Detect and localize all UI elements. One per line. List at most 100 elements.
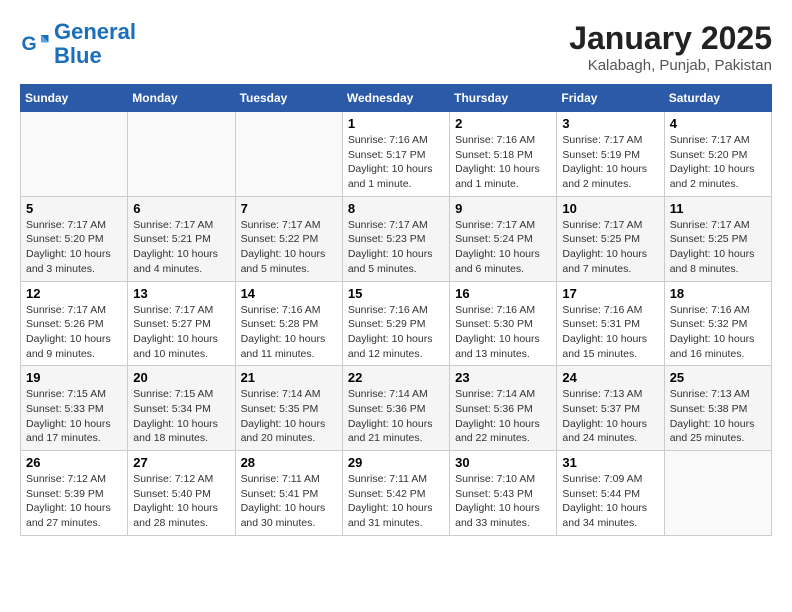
day-number: 12 [26, 286, 122, 301]
day-info: Sunrise: 7:16 AM Sunset: 5:31 PM Dayligh… [562, 303, 658, 362]
title-block: January 2025 Kalabagh, Punjab, Pakistan [569, 20, 772, 74]
day-info: Sunrise: 7:09 AM Sunset: 5:44 PM Dayligh… [562, 472, 658, 531]
day-info: Sunrise: 7:15 AM Sunset: 5:34 PM Dayligh… [133, 387, 229, 446]
day-number: 19 [26, 370, 122, 385]
calendar-cell: 7Sunrise: 7:17 AM Sunset: 5:22 PM Daylig… [235, 196, 342, 281]
day-number: 30 [455, 455, 551, 470]
calendar-cell: 24 Sunrise: 7:13 AM Sunset: 5:37 PM Dayli… [557, 366, 664, 451]
day-info: Sunrise: 7:10 AM Sunset: 5:43 PM Dayligh… [455, 472, 551, 531]
calendar-cell: 21 Sunrise: 7:14 AM Sunset: 5:35 PM Dayli… [235, 366, 342, 451]
calendar-cell: 29 Sunrise: 7:11 AM Sunset: 5:42 PM Dayli… [342, 451, 449, 536]
svg-text:G: G [22, 33, 37, 55]
day-number: 15 [348, 286, 444, 301]
calendar-cell: 20 Sunrise: 7:15 AM Sunset: 5:34 PM Dayli… [128, 366, 235, 451]
calendar-cell: 5 Sunrise: 7:17 AM Sunset: 5:20 PM Daylig… [21, 196, 128, 281]
calendar-table: SundayMondayTuesdayWednesdayThursdayFrid… [20, 84, 772, 536]
day-header-thursday: Thursday [450, 85, 557, 112]
calendar-cell: 2Sunrise: 7:16 AM Sunset: 5:18 PM Daylig… [450, 112, 557, 197]
day-number: 26 [26, 455, 122, 470]
calendar-cell: 18 Sunrise: 7:16 AM Sunset: 5:32 PM Dayli… [664, 281, 771, 366]
day-info: Sunrise: 7:16 AM Sunset: 5:17 PM Dayligh… [348, 133, 444, 192]
logo-line2: Blue [54, 43, 102, 68]
calendar-cell: 14 Sunrise: 7:16 AM Sunset: 5:28 PM Dayli… [235, 281, 342, 366]
calendar-cell: 9Sunrise: 7:17 AM Sunset: 5:24 PM Daylig… [450, 196, 557, 281]
day-number: 28 [241, 455, 337, 470]
day-number: 18 [670, 286, 766, 301]
calendar-cell: 19 Sunrise: 7:15 AM Sunset: 5:33 PM Dayli… [21, 366, 128, 451]
calendar-cell: 4Sunrise: 7:17 AM Sunset: 5:20 PM Daylig… [664, 112, 771, 197]
day-number: 25 [670, 370, 766, 385]
logo: G General Blue [20, 20, 136, 68]
day-header-saturday: Saturday [664, 85, 771, 112]
calendar-cell: 10Sunrise: 7:17 AM Sunset: 5:25 PM Dayli… [557, 196, 664, 281]
day-info: Sunrise: 7:11 AM Sunset: 5:42 PM Dayligh… [348, 472, 444, 531]
calendar-cell: 23 Sunrise: 7:14 AM Sunset: 5:36 PM Dayli… [450, 366, 557, 451]
day-number: 9 [455, 201, 551, 216]
day-number: 29 [348, 455, 444, 470]
day-header-tuesday: Tuesday [235, 85, 342, 112]
calendar-week-3: 12Sunrise: 7:17 AM Sunset: 5:26 PM Dayli… [21, 281, 772, 366]
day-info: Sunrise: 7:15 AM Sunset: 5:33 PM Dayligh… [26, 387, 122, 446]
calendar-cell: 8Sunrise: 7:17 AM Sunset: 5:23 PM Daylig… [342, 196, 449, 281]
day-info: Sunrise: 7:13 AM Sunset: 5:37 PM Dayligh… [562, 387, 658, 446]
day-header-wednesday: Wednesday [342, 85, 449, 112]
day-info: Sunrise: 7:16 AM Sunset: 5:30 PM Dayligh… [455, 303, 551, 362]
day-info: Sunrise: 7:17 AM Sunset: 5:27 PM Dayligh… [133, 303, 229, 362]
calendar-cell: 17 Sunrise: 7:16 AM Sunset: 5:31 PM Dayli… [557, 281, 664, 366]
day-number: 22 [348, 370, 444, 385]
day-info: Sunrise: 7:16 AM Sunset: 5:29 PM Dayligh… [348, 303, 444, 362]
day-info: Sunrise: 7:13 AM Sunset: 5:38 PM Dayligh… [670, 387, 766, 446]
page-header: G General Blue January 2025 Kalabagh, Pu… [20, 20, 772, 74]
day-number: 17 [562, 286, 658, 301]
day-info: Sunrise: 7:17 AM Sunset: 5:25 PM Dayligh… [562, 218, 658, 277]
calendar-cell: 28 Sunrise: 7:11 AM Sunset: 5:41 PM Dayli… [235, 451, 342, 536]
calendar-cell: 13 Sunrise: 7:17 AM Sunset: 5:27 PM Dayli… [128, 281, 235, 366]
day-header-friday: Friday [557, 85, 664, 112]
calendar-cell: 1 Sunrise: 7:16 AM Sunset: 5:17 PM Daylig… [342, 112, 449, 197]
day-info: Sunrise: 7:16 AM Sunset: 5:18 PM Dayligh… [455, 133, 551, 192]
day-info: Sunrise: 7:17 AM Sunset: 5:19 PM Dayligh… [562, 133, 658, 192]
logo-text: General Blue [54, 20, 136, 68]
day-info: Sunrise: 7:17 AM Sunset: 5:25 PM Dayligh… [670, 218, 766, 277]
calendar-cell: 15 Sunrise: 7:16 AM Sunset: 5:29 PM Dayli… [342, 281, 449, 366]
calendar-cell: 16Sunrise: 7:16 AM Sunset: 5:30 PM Dayli… [450, 281, 557, 366]
calendar-week-1: 1 Sunrise: 7:16 AM Sunset: 5:17 PM Daylig… [21, 112, 772, 197]
day-info: Sunrise: 7:16 AM Sunset: 5:28 PM Dayligh… [241, 303, 337, 362]
day-info: Sunrise: 7:11 AM Sunset: 5:41 PM Dayligh… [241, 472, 337, 531]
day-info: Sunrise: 7:17 AM Sunset: 5:20 PM Dayligh… [26, 218, 122, 277]
calendar-week-4: 19 Sunrise: 7:15 AM Sunset: 5:33 PM Dayli… [21, 366, 772, 451]
day-info: Sunrise: 7:14 AM Sunset: 5:35 PM Dayligh… [241, 387, 337, 446]
day-info: Sunrise: 7:14 AM Sunset: 5:36 PM Dayligh… [455, 387, 551, 446]
day-info: Sunrise: 7:12 AM Sunset: 5:40 PM Dayligh… [133, 472, 229, 531]
day-info: Sunrise: 7:16 AM Sunset: 5:32 PM Dayligh… [670, 303, 766, 362]
day-header-sunday: Sunday [21, 85, 128, 112]
day-number: 11 [670, 201, 766, 216]
day-number: 23 [455, 370, 551, 385]
day-number: 5 [26, 201, 122, 216]
calendar-cell: 6Sunrise: 7:17 AM Sunset: 5:21 PM Daylig… [128, 196, 235, 281]
day-number: 14 [241, 286, 337, 301]
calendar-cell [21, 112, 128, 197]
calendar-header-row: SundayMondayTuesdayWednesdayThursdayFrid… [21, 85, 772, 112]
day-number: 13 [133, 286, 229, 301]
calendar-cell: 30 Sunrise: 7:10 AM Sunset: 5:43 PM Dayli… [450, 451, 557, 536]
location: Kalabagh, Punjab, Pakistan [569, 57, 772, 74]
calendar-week-2: 5 Sunrise: 7:17 AM Sunset: 5:20 PM Daylig… [21, 196, 772, 281]
calendar-cell: 25 Sunrise: 7:13 AM Sunset: 5:38 PM Dayli… [664, 366, 771, 451]
day-number: 27 [133, 455, 229, 470]
day-info: Sunrise: 7:14 AM Sunset: 5:36 PM Dayligh… [348, 387, 444, 446]
calendar-cell: 31 Sunrise: 7:09 AM Sunset: 5:44 PM Dayli… [557, 451, 664, 536]
day-number: 6 [133, 201, 229, 216]
day-number: 21 [241, 370, 337, 385]
day-number: 4 [670, 116, 766, 131]
logo-icon: G [20, 29, 50, 59]
day-number: 31 [562, 455, 658, 470]
calendar-cell [235, 112, 342, 197]
calendar-cell: 22 Sunrise: 7:14 AM Sunset: 5:36 PM Dayli… [342, 366, 449, 451]
day-info: Sunrise: 7:12 AM Sunset: 5:39 PM Dayligh… [26, 472, 122, 531]
month-title: January 2025 [569, 20, 772, 57]
day-number: 1 [348, 116, 444, 131]
day-number: 20 [133, 370, 229, 385]
day-number: 24 [562, 370, 658, 385]
calendar-cell: 12Sunrise: 7:17 AM Sunset: 5:26 PM Dayli… [21, 281, 128, 366]
